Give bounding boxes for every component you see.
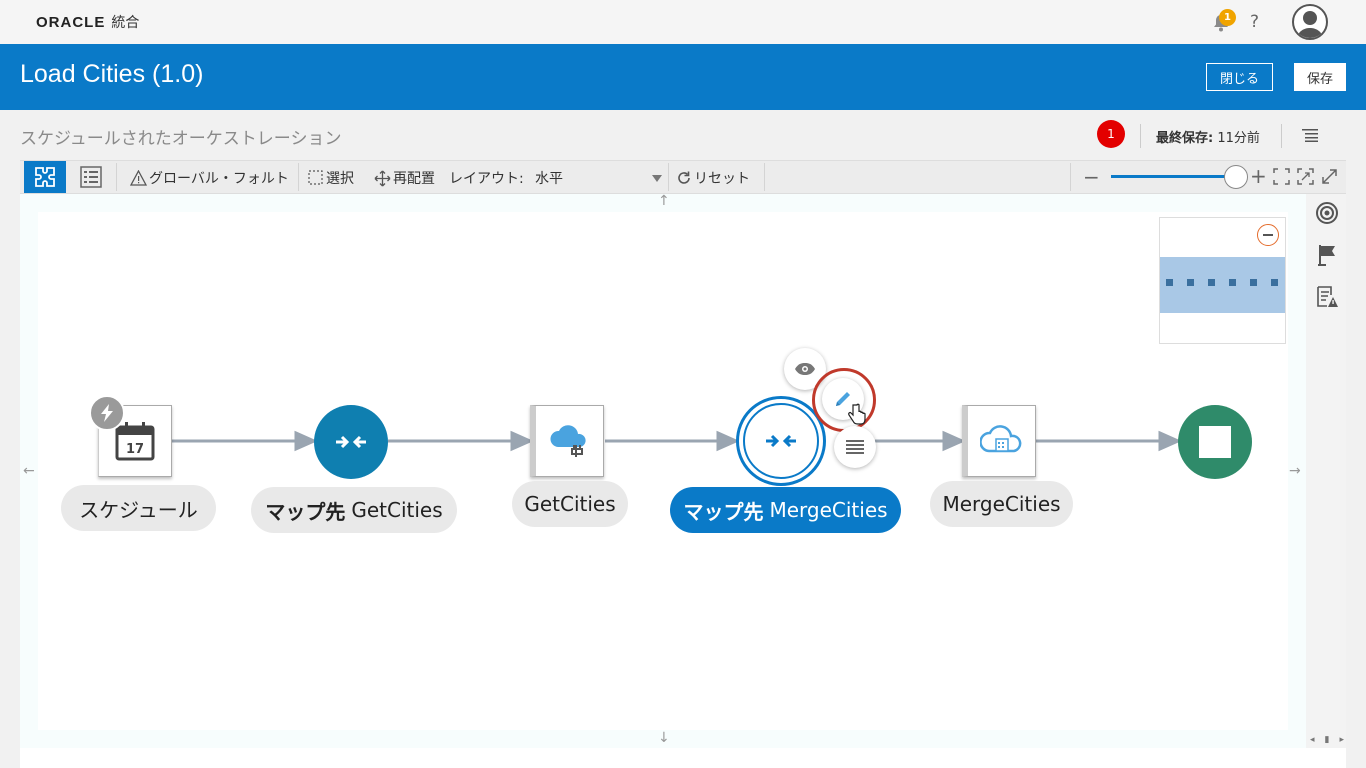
- puzzle-icon: [35, 167, 55, 187]
- reposition-button[interactable]: 再配置: [374, 168, 435, 188]
- minimap-viewport[interactable]: [1160, 257, 1285, 313]
- divider: [1070, 163, 1071, 191]
- oracle-wordmark: ORACLE: [36, 14, 106, 31]
- map-mergecities-label[interactable]: マップ先 MergeCities: [670, 487, 901, 533]
- save-button[interactable]: 保存: [1294, 63, 1347, 91]
- errors-warnings-icon[interactable]: [1315, 285, 1339, 309]
- minimap-nodes: [1166, 279, 1278, 286]
- page-title: Load Cities (1.0): [20, 60, 204, 88]
- select-label: 選択: [326, 171, 354, 187]
- zoom-in-button[interactable]: +: [1250, 164, 1267, 188]
- scroll-down-arrow[interactable]: ↓: [658, 730, 670, 746]
- getcities-invoke-node[interactable]: [530, 405, 604, 477]
- brand-logo: ORACLE 統合: [36, 12, 139, 32]
- divider: [668, 163, 669, 191]
- warning-icon: [130, 170, 147, 186]
- select-button[interactable]: 選択: [308, 168, 354, 188]
- global-fault-label: グローバル・フォルト: [149, 171, 289, 187]
- business-identifier-flag-icon[interactable]: [1315, 243, 1339, 267]
- schedule-label[interactable]: スケジュール: [61, 485, 216, 531]
- reset-label: リセット: [694, 171, 750, 187]
- minimap[interactable]: [1159, 217, 1286, 344]
- map-circle-selected[interactable]: [743, 403, 819, 479]
- refresh-icon: [678, 171, 690, 184]
- minimap-collapse-button[interactable]: [1257, 224, 1279, 246]
- map-circle[interactable]: [314, 405, 388, 479]
- error-count-badge[interactable]: 1: [1097, 120, 1125, 148]
- brand-bar: [0, 0, 1366, 44]
- layout-select[interactable]: 水平: [535, 168, 662, 188]
- scroll-left-arrow[interactable]: ←: [23, 463, 35, 479]
- hand-cursor-icon: [848, 403, 866, 425]
- menu-lines-icon: [846, 440, 864, 454]
- last-saved-label: 最終保存:: [1156, 131, 1214, 146]
- end-circle[interactable]: [1178, 405, 1252, 479]
- bottom-area: [20, 748, 1346, 768]
- divider: [298, 163, 299, 191]
- mapper-icon: [766, 434, 796, 448]
- map-target: MergeCities: [769, 498, 888, 522]
- hamburger-menu-icon[interactable]: [1302, 128, 1318, 142]
- end-node[interactable]: [1178, 405, 1252, 479]
- map-getcities-label[interactable]: マップ先 GetCities: [251, 487, 457, 533]
- reset-button[interactable]: リセット: [676, 168, 750, 188]
- scroll-left-icon[interactable]: ◂: [1310, 735, 1315, 745]
- expand-icon[interactable]: [1321, 168, 1338, 185]
- fit-to-screen-icon[interactable]: [1273, 168, 1290, 185]
- stop-icon: [1199, 426, 1231, 458]
- map-prefix: マップ先: [683, 499, 764, 524]
- zoom-slider-thumb[interactable]: [1224, 165, 1248, 189]
- canvas-view-button[interactable]: [24, 161, 66, 193]
- last-saved: 最終保存: 11分前: [1156, 127, 1260, 146]
- last-saved-value: 11分前: [1213, 131, 1260, 146]
- calendar-day: 17: [126, 442, 144, 457]
- divider: [764, 163, 765, 191]
- tracking-target-icon[interactable]: [1315, 201, 1339, 225]
- close-button[interactable]: 閉じる: [1206, 63, 1274, 91]
- chevron-down-icon: [652, 174, 662, 182]
- adapter-card[interactable]: [530, 405, 604, 477]
- layout-label: レイアウト:: [449, 171, 524, 187]
- mergecities-label[interactable]: MergeCities: [930, 481, 1073, 527]
- title-bar: Load Cities (1.0) 閉じる 保存: [0, 44, 1366, 110]
- marquee-select-icon: [308, 170, 323, 185]
- map-target: GetCities: [351, 498, 443, 522]
- highlight-circle: [812, 368, 876, 432]
- zoom-to-fit-icon[interactable]: [1297, 168, 1314, 185]
- cloud-database-icon: [979, 425, 1021, 453]
- eye-icon: [795, 363, 815, 375]
- scroll-right-arrow[interactable]: →: [1289, 463, 1301, 479]
- map-prefix: マップ先: [265, 499, 346, 524]
- right-side-panel: [1306, 194, 1346, 748]
- mergecities-invoke-node[interactable]: [962, 405, 1036, 477]
- zoom-slider-track[interactable]: [1111, 175, 1238, 178]
- scroll-thumb[interactable]: ▮: [1325, 735, 1330, 745]
- scroll-up-arrow[interactable]: ↑: [658, 193, 670, 209]
- lightning-bolt-icon: [89, 395, 125, 431]
- cloud-plug-icon: [549, 425, 586, 457]
- product-name: 統合: [111, 15, 140, 31]
- global-fault-button[interactable]: グローバル・フォルト: [130, 168, 289, 188]
- help-icon[interactable]: ?: [1250, 12, 1259, 32]
- canvas-drawing-area[interactable]: [38, 212, 1288, 730]
- actions-menu-button[interactable]: [834, 426, 876, 468]
- layout-value: 水平: [535, 171, 563, 187]
- user-avatar[interactable]: [1292, 4, 1328, 40]
- notification-badge: 1: [1219, 9, 1236, 26]
- divider: [1281, 124, 1282, 148]
- zoom-out-button[interactable]: −: [1083, 165, 1100, 189]
- map-getcities-node[interactable]: [314, 405, 388, 479]
- scroll-right-icon[interactable]: ▸: [1339, 735, 1344, 745]
- divider: [116, 163, 117, 191]
- list-view-icon[interactable]: [80, 166, 102, 188]
- getcities-label[interactable]: GetCities: [512, 481, 628, 527]
- move-icon: [374, 170, 391, 186]
- adapter-card[interactable]: [962, 405, 1036, 477]
- divider: [1140, 124, 1141, 148]
- horizontal-scrollbar[interactable]: ◂ ▮ ▸: [1310, 734, 1344, 746]
- reposition-label: 再配置: [393, 171, 435, 187]
- integration-pattern: スケジュールされたオーケストレーション: [20, 129, 342, 149]
- mapper-icon: [336, 435, 366, 449]
